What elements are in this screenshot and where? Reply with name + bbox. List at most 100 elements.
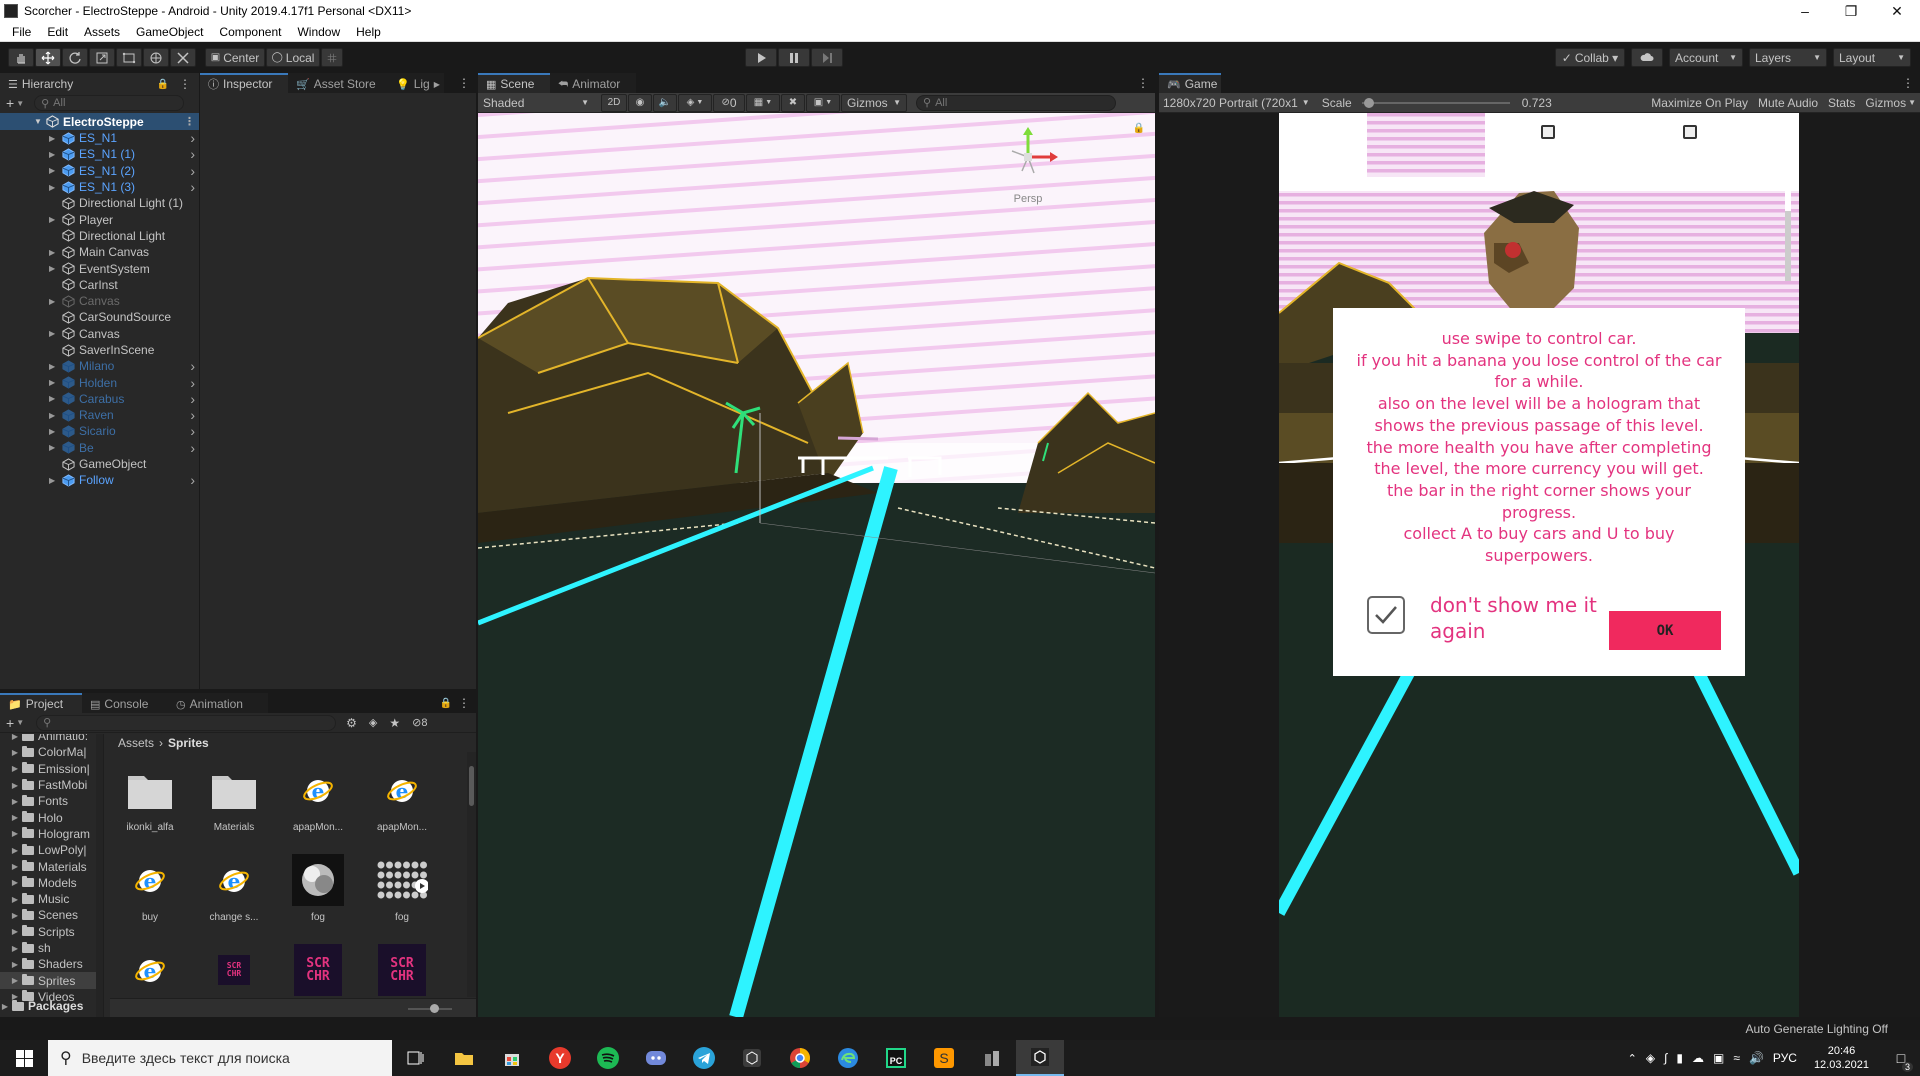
chevron-right-icon[interactable]: › [190,423,195,439]
cloud-button[interactable] [1631,48,1663,67]
hierarchy-item[interactable]: ▶ Player [0,211,199,227]
mute-audio-toggle[interactable]: Mute Audio [1753,96,1823,110]
menu-gameobject[interactable]: GameObject [128,25,211,39]
lock-icon[interactable]: 🔒 [157,79,169,90]
layers-dropdown[interactable]: Layers ▼ [1749,48,1827,67]
tab-hierarchy[interactable]: ☰ Hierarchy 🔒 ⋮ [0,73,199,93]
project-folder[interactable]: ▶ LowPoly| [0,842,103,858]
breadcrumb-sprites[interactable]: Sprites [168,736,209,750]
hierarchy-item[interactable]: ▶ ES_N1 (3) › [0,179,199,195]
hierarchy-item[interactable]: ▶ Canvas [0,326,199,342]
move-tool-button[interactable] [35,48,61,67]
menu-help[interactable]: Help [348,25,389,39]
hierarchy-item[interactable]: ▶ ES_N1 (2) › [0,163,199,179]
app-button[interactable] [968,1040,1016,1076]
project-folder[interactable]: ▶ Scripts [0,924,103,940]
project-folder[interactable]: ▶ Hologram [0,826,103,842]
hidden-packages-icon[interactable]: ⊘8 [412,716,427,729]
orientation-gizmo[interactable]: Persp [998,127,1058,205]
chevron-down-icon[interactable]: ▼ [16,718,24,727]
lock-icon[interactable]: 🔒 [1133,123,1145,134]
more-menu-icon[interactable]: ⋮ [458,696,470,710]
hierarchy-item[interactable]: Directional Light (1) [0,195,199,211]
hierarchy-search-input[interactable]: ⚲ All [34,95,185,111]
spotify-button[interactable] [584,1040,632,1076]
project-folder[interactable]: ▶ Animatio: [0,734,103,744]
game-gizmos-toggle[interactable]: Gizmos [1860,96,1908,110]
chevron-right-icon[interactable]: › [190,358,195,374]
menu-component[interactable]: Component [211,25,289,39]
hierarchy-item[interactable]: GameObject [0,456,199,472]
lighting-toggle[interactable]: ◉ [628,93,652,112]
hierarchy-item[interactable]: ▶ Sicario › [0,423,199,439]
camera-dropdown[interactable]: ▣ ▼ [806,93,840,112]
ok-button[interactable]: ok [1609,611,1721,650]
project-search-input[interactable]: ⚲ [36,714,337,731]
hierarchy-item[interactable]: ▶ Carabus › [0,391,199,407]
expand-arrow-icon[interactable]: ▶ [10,764,20,773]
menu-assets[interactable]: Assets [76,25,128,39]
hierarchy-item[interactable]: ▶ Milano › [0,358,199,374]
filter-by-type-icon[interactable]: ⚙ [346,716,357,730]
asset-item[interactable]: e [113,944,187,997]
hierarchy-item[interactable]: ▶ EventSystem [0,260,199,276]
file-explorer-button[interactable] [440,1040,488,1076]
project-folder[interactable]: ▶ sh [0,940,103,956]
tab-game[interactable]: 🎮 Game [1159,73,1221,93]
expand-arrow-icon[interactable]: ▶ [10,781,20,790]
expand-arrow-icon[interactable]: ▶ [49,427,55,436]
hierarchy-item[interactable]: ▶ Holden › [0,374,199,391]
expand-arrow-icon[interactable]: ▶ [49,476,55,485]
store-button[interactable] [488,1040,536,1076]
chevron-right-icon[interactable]: › [190,472,195,488]
scale-slider[interactable] [1361,97,1510,109]
expand-arrow-icon[interactable]: ▶ [10,911,20,920]
onedrive-icon[interactable]: ☁ [1692,1051,1704,1065]
hierarchy-item[interactable]: CarSoundSource [0,309,199,325]
lock-icon[interactable]: 🔒 [440,698,452,709]
resolution-dropdown[interactable]: 1280x720 Portrait (720x1 ▼ [1159,93,1314,113]
shading-mode-dropdown[interactable]: Shaded ▼ [478,93,594,112]
project-folder[interactable]: ▶ FastMobi [0,777,103,793]
asset-item[interactable]: e change s... [197,854,271,923]
expand-arrow-icon[interactable]: ▶ [10,976,20,985]
asset-item[interactable]: SCR CHR [281,944,355,997]
discord-button[interactable] [632,1040,680,1076]
hierarchy-item[interactable]: SaverInScene [0,342,199,358]
chevron-right-icon[interactable]: › [190,146,195,162]
expand-arrow-icon[interactable]: ▶ [10,846,20,855]
bluetooth-icon[interactable]: ∫ [1664,1051,1667,1065]
more-menu-icon[interactable]: ⋮ [458,76,470,90]
rotate-tool-button[interactable] [62,48,88,67]
chevron-right-icon[interactable]: › [190,179,195,195]
asset-item[interactable]: SCR CHR [365,944,439,997]
close-button[interactable]: ✕ [1874,0,1920,22]
expand-arrow-icon[interactable]: ▶ [10,960,20,969]
dont-show-label[interactable]: don't show me it again [1430,592,1610,644]
project-folder[interactable]: ▶ Models [0,875,103,891]
hierarchy-item[interactable]: ▶ Canvas [0,293,199,309]
expand-arrow-icon[interactable]: ▶ [49,248,55,257]
2d-toggle[interactable]: 2D [601,93,627,112]
pycharm-button[interactable]: PC [872,1040,920,1076]
hierarchy-item[interactable]: ▶ Be › [0,440,199,456]
task-view-button[interactable] [392,1040,440,1076]
maximize-on-play-toggle[interactable]: Maximize On Play [1646,96,1753,110]
asset-item[interactable]: e apapMon... [365,764,439,833]
breadcrumb-assets[interactable]: Assets [118,736,154,750]
expand-arrow-icon[interactable]: ▶ [10,862,20,871]
game-screen[interactable]: use swipe to control car. if you hit a ba… [1279,113,1799,1017]
chevron-right-icon[interactable]: › [190,407,195,423]
chrome-button[interactable] [776,1040,824,1076]
menu-file[interactable]: File [4,25,39,39]
more-menu-icon[interactable]: ⋮ [1902,76,1914,90]
more-menu-icon[interactable]: ⋮ [184,115,195,128]
hierarchy-item[interactable]: Directional Light [0,228,199,244]
tab-inspector[interactable]: ⓘ Inspector [200,73,288,93]
account-dropdown[interactable]: Account ▼ [1669,48,1743,67]
expand-arrow-icon[interactable]: ▶ [10,734,20,741]
yandex-browser-button[interactable]: Y [536,1040,584,1076]
hand-tool-button[interactable] [8,48,34,67]
chevron-down-icon[interactable]: ▼ [16,99,24,108]
tab-asset-store[interactable]: 🛒 Asset Store [288,73,388,93]
